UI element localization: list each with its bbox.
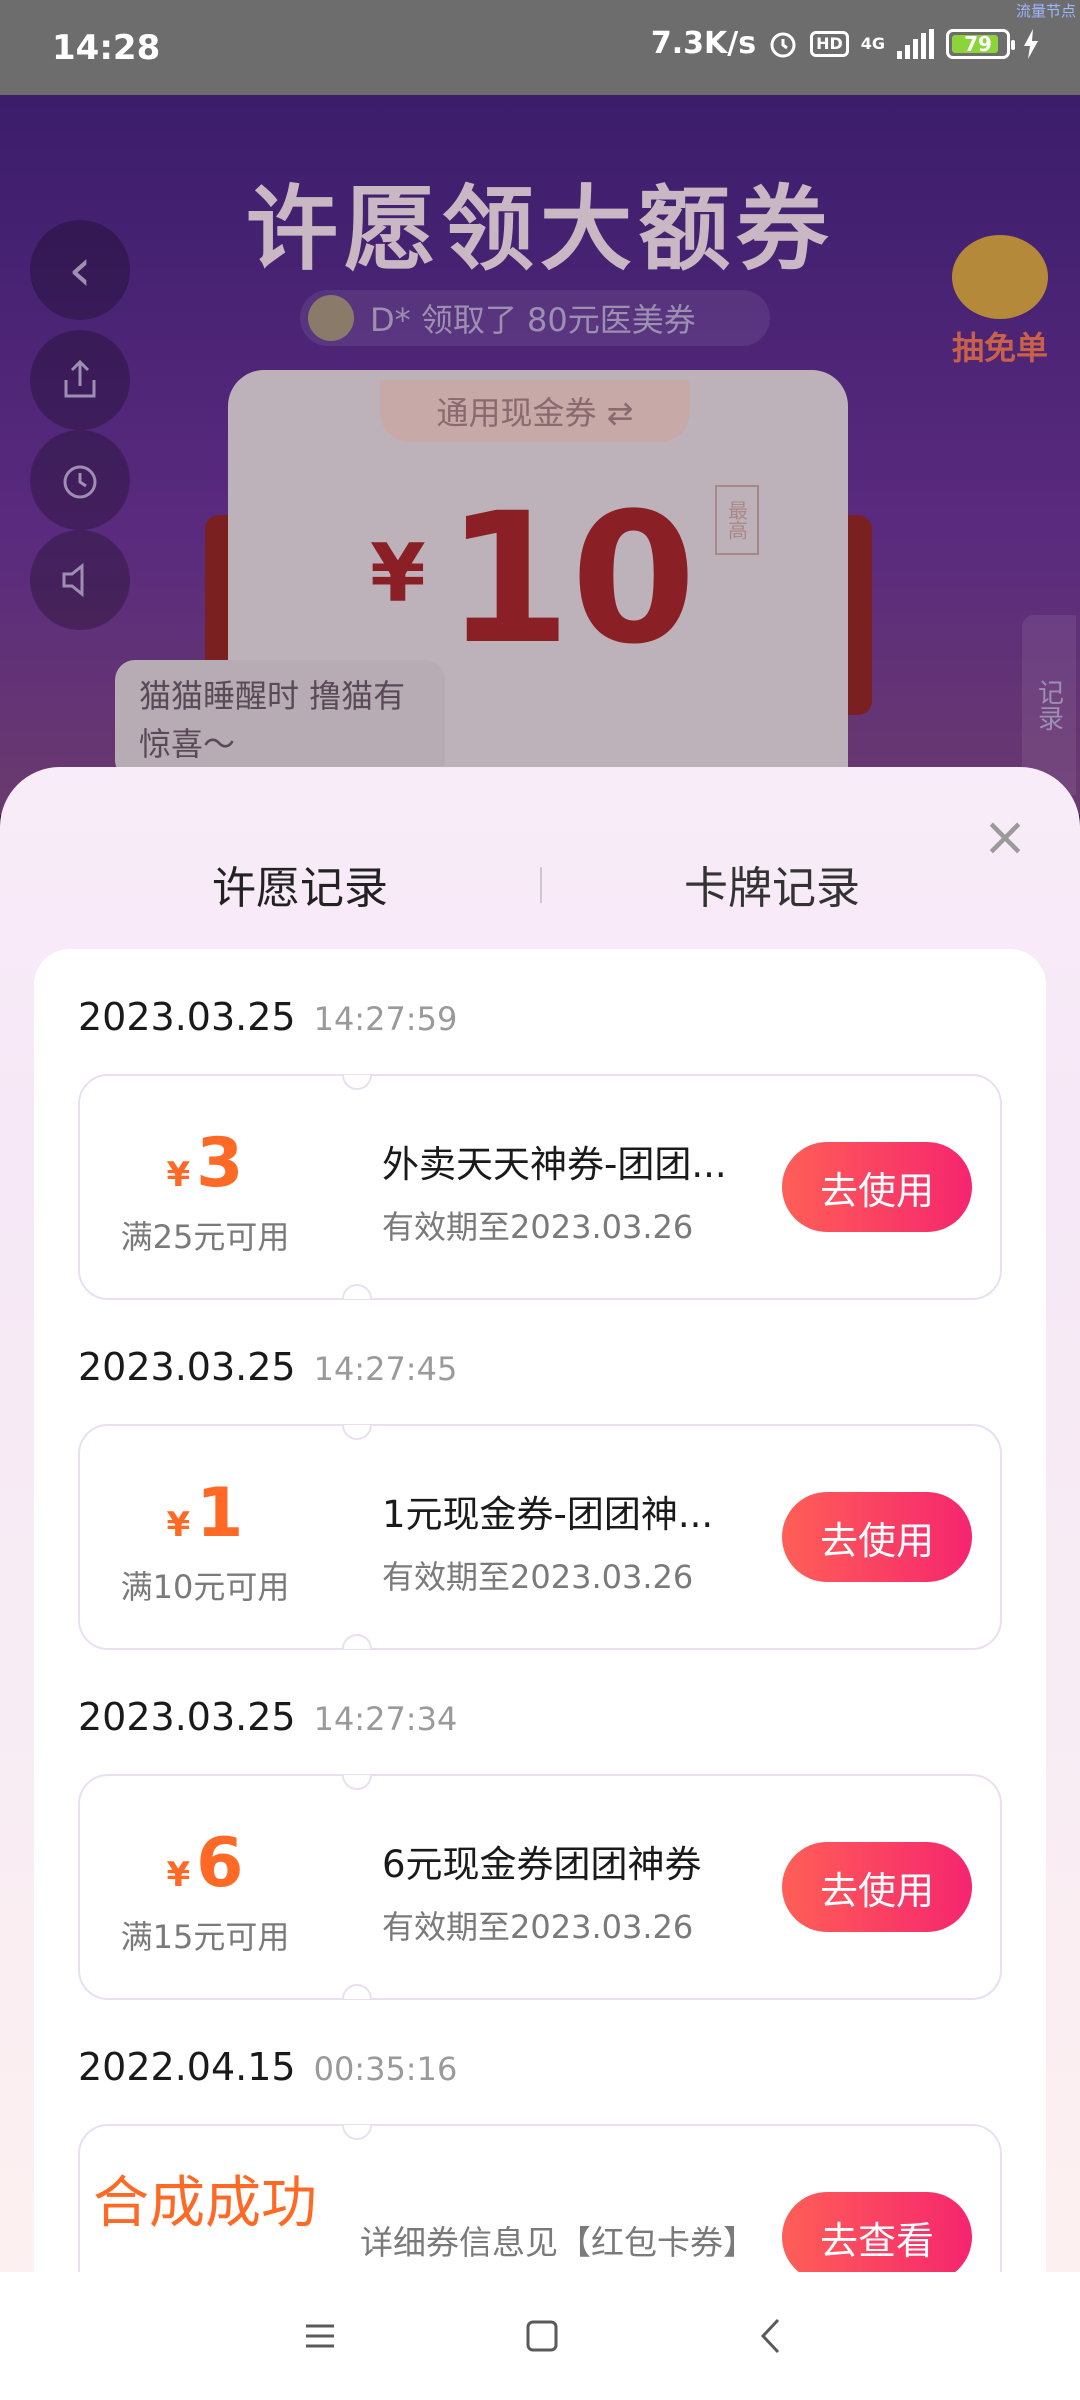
view-coupon-button[interactable]: 去查看 [782, 2192, 972, 2272]
coupon-item: 合成成功 详细券信息见【红包卡券】 去查看 [78, 2124, 1002, 2272]
coupon-item: ¥3 满25元可用 外卖天天神券-团团... 有效期至2023.03.26 去使… [78, 1074, 1002, 1300]
coupon-value: ¥6 [166, 1824, 244, 1903]
sound-icon[interactable] [30, 530, 130, 630]
alarm-clock-icon[interactable] [30, 430, 130, 530]
coupon-condition: 满15元可用 [120, 1918, 290, 1956]
status-bar: 14:28 7.3K/s HD 4G 79 流量节点 [0, 0, 1080, 95]
free-order-button[interactable]: 抽免单 [940, 235, 1060, 369]
coupon-name: 外卖天天神券-团团... [382, 1143, 727, 1186]
tab-card-records[interactable]: 卡牌记录 [684, 852, 860, 916]
share-icon[interactable] [30, 330, 130, 430]
max-badge: 最高 [715, 485, 759, 555]
battery-level: 79 [964, 31, 992, 56]
record-date: 2022.04.15 00:35:16 [78, 2045, 458, 2089]
background-page: 许愿领大额券 ‹ D* 领取了 80元医美券 抽免单 通用现金券 ⇄ ¥10 最… [0, 95, 1080, 815]
back-icon[interactable]: ‹ [30, 220, 130, 320]
page-title: 许愿领大额券 [245, 176, 834, 283]
record-date: 2023.03.25 14:27:59 [78, 995, 458, 1039]
coupon-item: ¥1 满10元可用 1元现金券-团团神... 有效期至2023.03.26 去使… [78, 1424, 1002, 1650]
use-coupon-button[interactable]: 去使用 [782, 1142, 972, 1232]
coupon-name: 1元现金券-团团神... [382, 1493, 714, 1536]
coupon-expiry: 有效期至2023.03.26 [382, 1558, 694, 1596]
coupon-value: ¥1 [166, 1474, 244, 1553]
menu-icon[interactable] [292, 2308, 348, 2364]
coupon-condition: 满10元可用 [120, 1568, 290, 1606]
battery-icon: 79 [946, 28, 1015, 59]
coupon-amount: ¥10 [370, 475, 697, 684]
winner-ticker: D* 领取了 80元医美券 [300, 290, 770, 346]
signal-icon [897, 28, 934, 59]
alarm-icon [768, 29, 798, 59]
coupon-type-tab[interactable]: 通用现金券 ⇄ [380, 380, 690, 442]
use-coupon-button[interactable]: 去使用 [782, 1842, 972, 1932]
coupon-item: ¥6 满15元可用 6元现金券团团神券 有效期至2023.03.26 去使用 [78, 1774, 1002, 2000]
coupon-expiry: 有效期至2023.03.26 [382, 1908, 694, 1946]
coupon-expiry: 有效期至2023.03.26 [382, 1208, 694, 1246]
status-icons: 7.3K/s HD 4G 79 [651, 26, 1040, 61]
cat-hint: 猫猫睡醒时 撸猫有惊喜〜 [115, 660, 445, 780]
status-time: 14:28 [52, 28, 161, 68]
system-nav-bar [0, 2272, 1080, 2400]
tab-wish-records[interactable]: 许愿记录 [212, 852, 388, 916]
record-date: 2023.03.25 14:27:45 [78, 1345, 458, 1389]
back-nav-icon[interactable] [742, 2308, 798, 2364]
coupon-condition: 满25元可用 [120, 1218, 290, 1256]
home-icon[interactable] [514, 2308, 570, 2364]
record-date: 2023.03.25 14:27:34 [78, 1695, 458, 1739]
coupon-name: 6元现金券团团神券 [382, 1843, 702, 1886]
synth-success-label: 合成成功 [93, 2171, 317, 2236]
records-sheet: × 许愿记录 卡牌记录 2023.03.25 14:27:59 ¥3 满25元可用… [0, 767, 1080, 2272]
corner-tag: 流量节点 [1015, 2, 1076, 20]
avatar [308, 295, 354, 341]
network-speed: 7.3K/s [650, 26, 757, 61]
tab-divider [540, 867, 542, 903]
coupon-value: ¥3 [166, 1124, 244, 1203]
gift-icon [952, 235, 1048, 319]
coupon-info: 详细券信息见【红包卡券】 [360, 2223, 756, 2262]
network-type: 4G [860, 33, 885, 53]
use-coupon-button[interactable]: 去使用 [782, 1492, 972, 1582]
charging-icon [1022, 28, 1040, 59]
hd-icon: HD [810, 30, 849, 57]
close-icon[interactable]: × [980, 810, 1030, 864]
